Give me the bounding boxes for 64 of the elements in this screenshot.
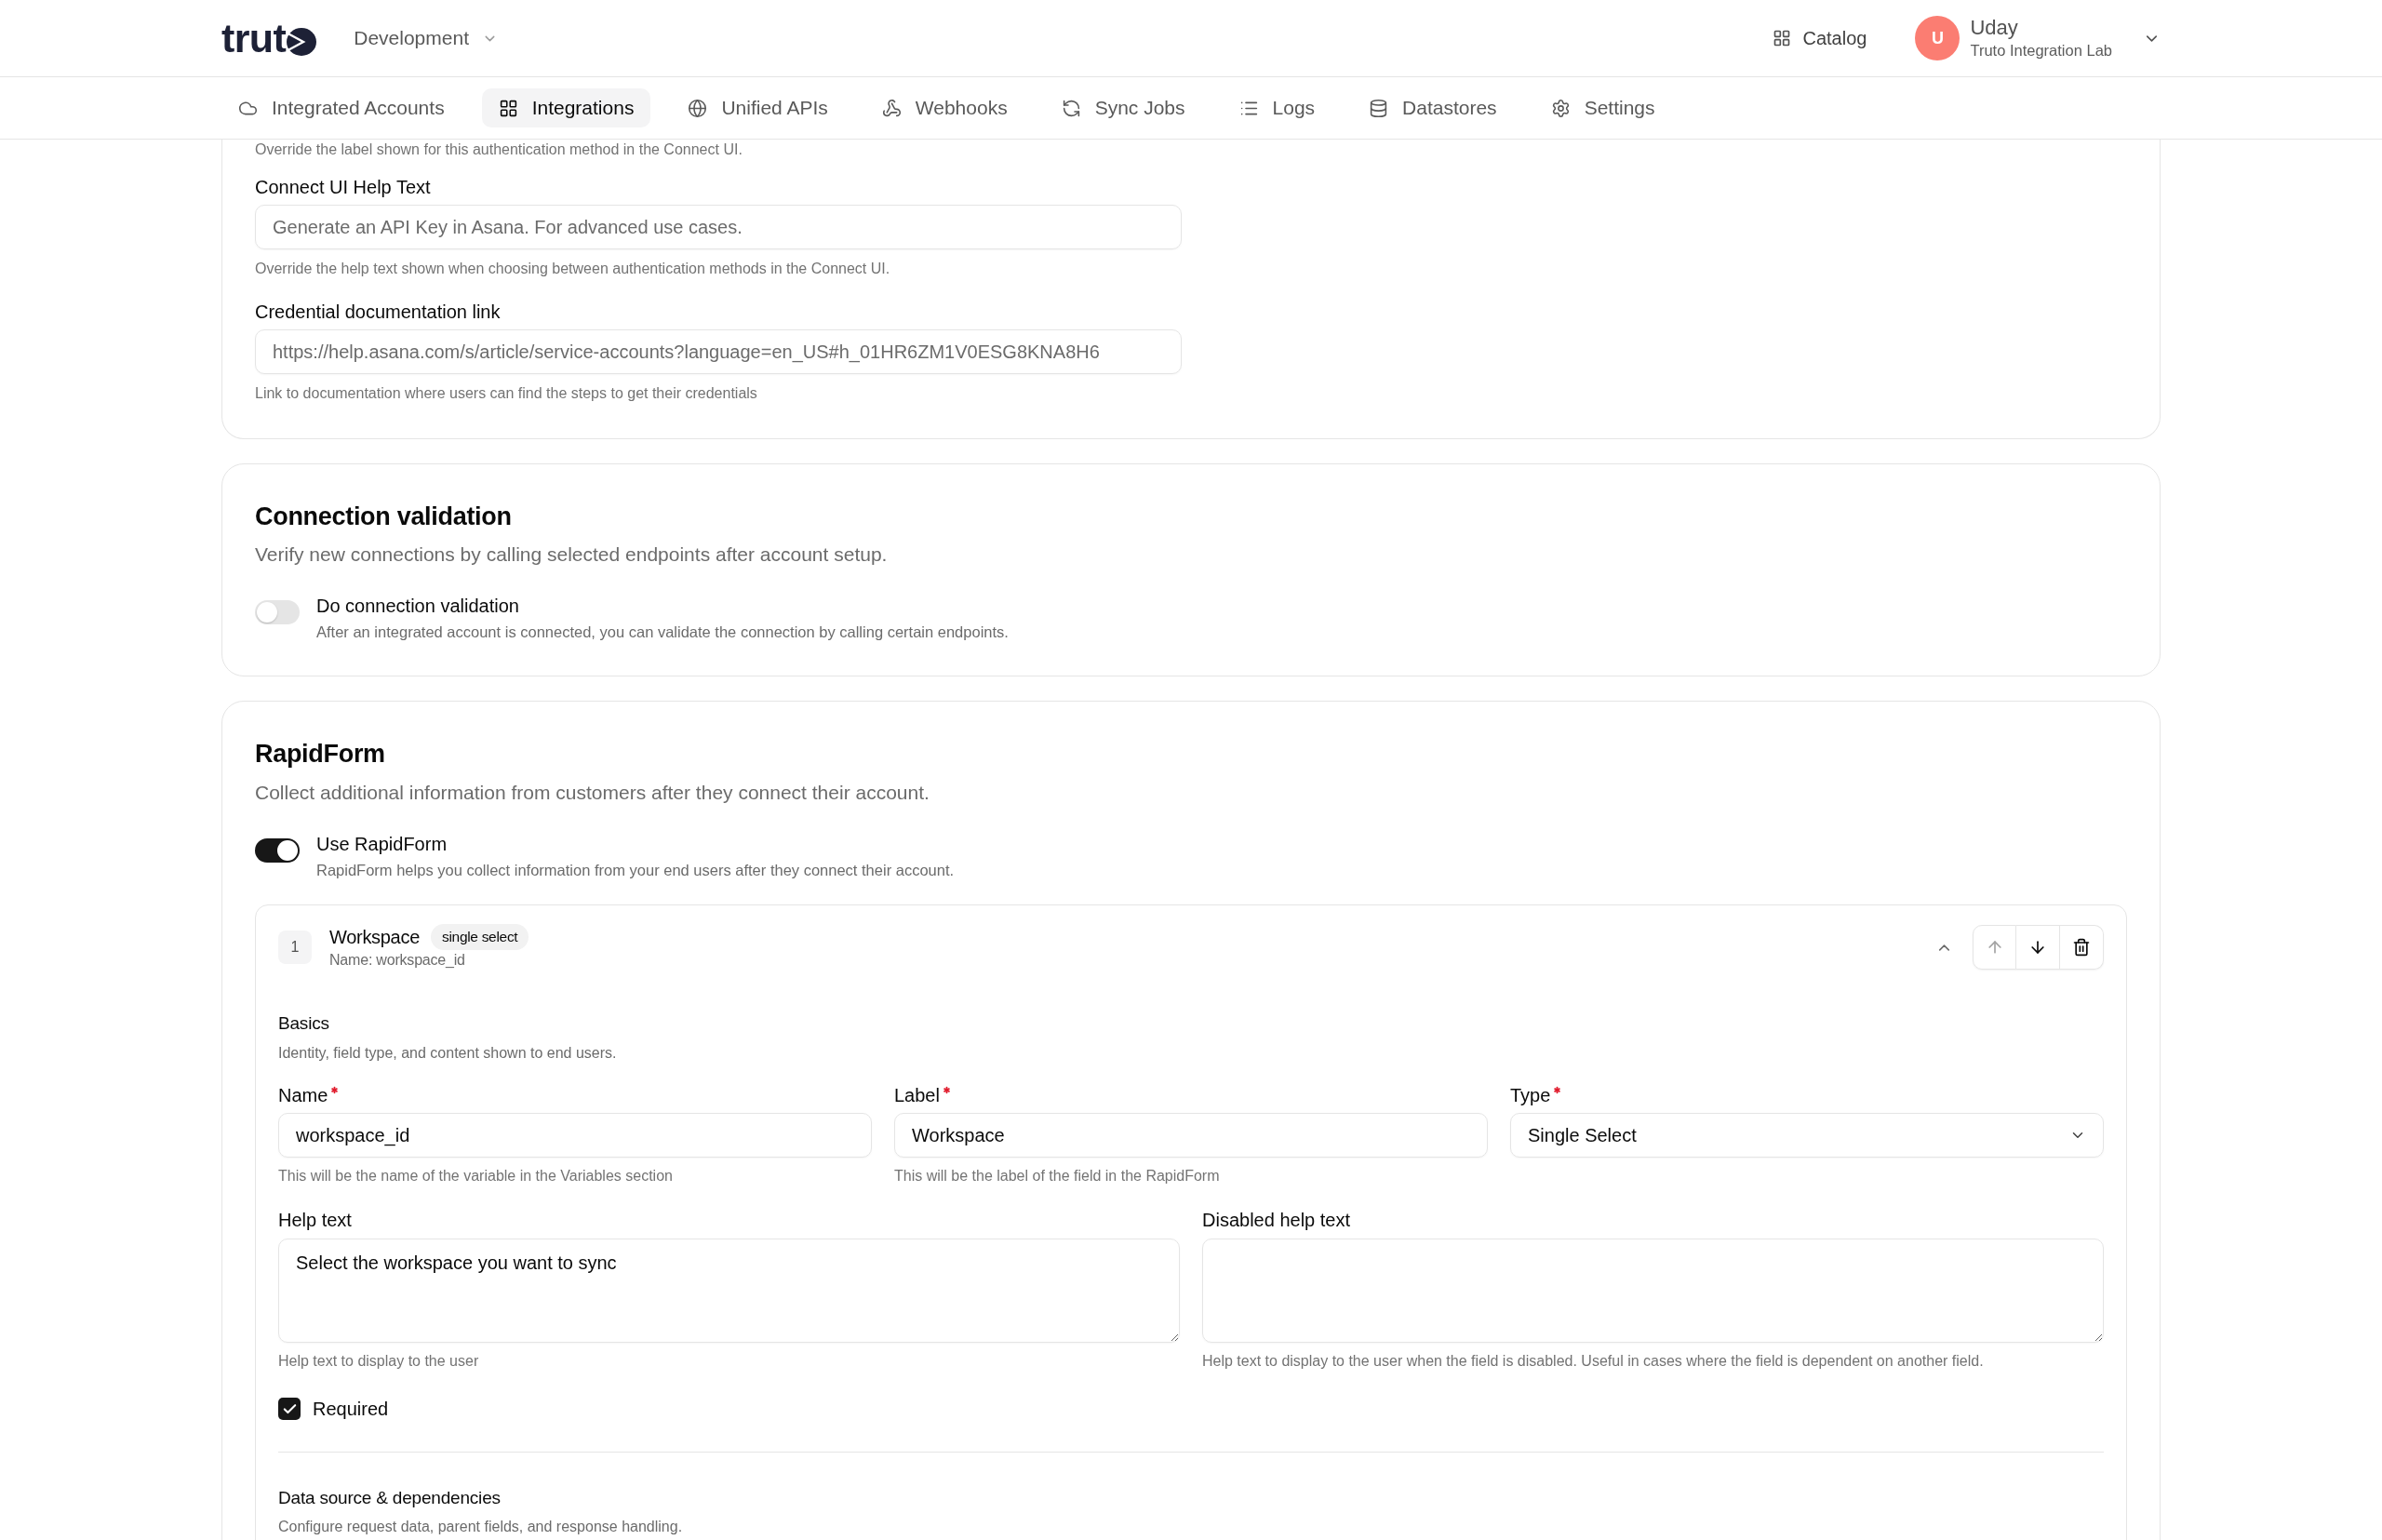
number-badge: 1 [278,931,312,964]
section-title: Connection validation [255,502,513,531]
type-select[interactable]: Single Select [1510,1113,2104,1158]
section-description: Collect additional information from customers after they connect their account. [255,781,930,805]
help-text: Link to documentation where users can find the steps to get their credentials [255,384,758,403]
environment-switcher[interactable]: Development [354,23,498,53]
checkbox-label: Required [313,1398,389,1420]
help-text: Override the help text shown when choosing between authentication methods in the Connect UI. [255,260,891,278]
field-label: Type [1510,1084,1551,1106]
nav-tab[interactable]: Logs [1222,88,1332,127]
help-text: Help text to display to the user [278,1352,480,1371]
subsection-title: Data source & dependencies [278,1487,502,1509]
section-title: RapidForm [255,739,386,769]
field-title: Workspace [329,926,420,949]
user-name: Uday [1970,16,2019,40]
field-label: Name [278,1084,328,1106]
nav-tab[interactable]: Integrations [481,88,651,127]
grid-icon [498,98,518,118]
field-name-text: Name: workspace_id [329,951,466,970]
field-label: Credential documentation link [255,301,502,322]
subsection-title: Basics [278,1012,330,1035]
nav-tab[interactable]: Settings [1533,88,1672,127]
checkbox[interactable] [278,1398,301,1420]
text-input[interactable]: Generate an API Key in Asana. For advanced use cases. [255,205,1182,249]
field-label: Help text [278,1209,352,1231]
move-down-button[interactable] [2016,925,2060,970]
toggle-switch[interactable] [255,600,300,624]
delete-button[interactable] [2060,925,2104,970]
nav-tab[interactable]: Unified APIs [671,88,845,127]
subsection-description: Configure request data, parent fields, and response handling. [278,1518,684,1536]
help-text: Help text to display to the user when the field is disabled. Useful in cases where the field is dependent on another field. [1202,1352,1985,1371]
toggle-description: After an integrated account is connected, you can validate the connection by calling certain endpoints. [316,623,1009,642]
nav-tab[interactable]: Sync Jobs [1044,88,1202,127]
logo-mark-icon [287,27,317,56]
grid-icon [1773,29,1792,47]
help-text: This will be the label of the field in the RapidForm [894,1167,1221,1185]
type-badge: single select [430,924,529,950]
nav-tab[interactable]: Webhooks [864,88,1024,127]
sync-icon [1061,98,1081,118]
organization-name: Truto Integration Lab [1970,41,2112,60]
textarea-field[interactable]: Select the workspace you want to sync [278,1239,1180,1343]
section-description: Verify new connections by calling selected endpoints after account setup. [255,542,889,567]
text-input[interactable]: workspace_id [278,1113,872,1158]
text-input[interactable]: https://help.asana.com/s/article/service-accounts?language=en_US#h_01HR6ZM1V0ESG8KNA8H6 [255,329,1182,374]
field-label: Connect UI Help Text [255,177,432,197]
logo-text: trut [221,19,287,58]
toggle-label: Use RapidForm [316,833,448,856]
settings-icon [1550,98,1571,118]
textarea-field[interactable] [1202,1239,2104,1343]
field-label: Disabled help text [1202,1209,1350,1231]
text-input[interactable]: Workspace [894,1113,1488,1158]
help-text: This will be the name of the variable in the Variables section [278,1167,674,1185]
database-icon [1369,98,1389,118]
toggle-switch[interactable] [255,838,300,863]
nav-tab[interactable]: Datastores [1352,88,1514,127]
toggle-description: RapidForm helps you collect information from your end users after they connect their account. [316,861,955,880]
webhook-icon [881,98,902,118]
catalog-button[interactable]: Catalog [1773,24,1867,52]
field-label: Label [894,1084,940,1106]
toggle-label: Do connection validation [316,595,520,618]
subsection-description: Identity, field type, and content shown to end users. [278,1044,618,1063]
globe-icon [688,98,708,118]
note-text: Override the label shown for this authentication method in the Connect UI. [255,141,743,159]
nav-tab[interactable]: Integrated Accounts [221,88,462,127]
